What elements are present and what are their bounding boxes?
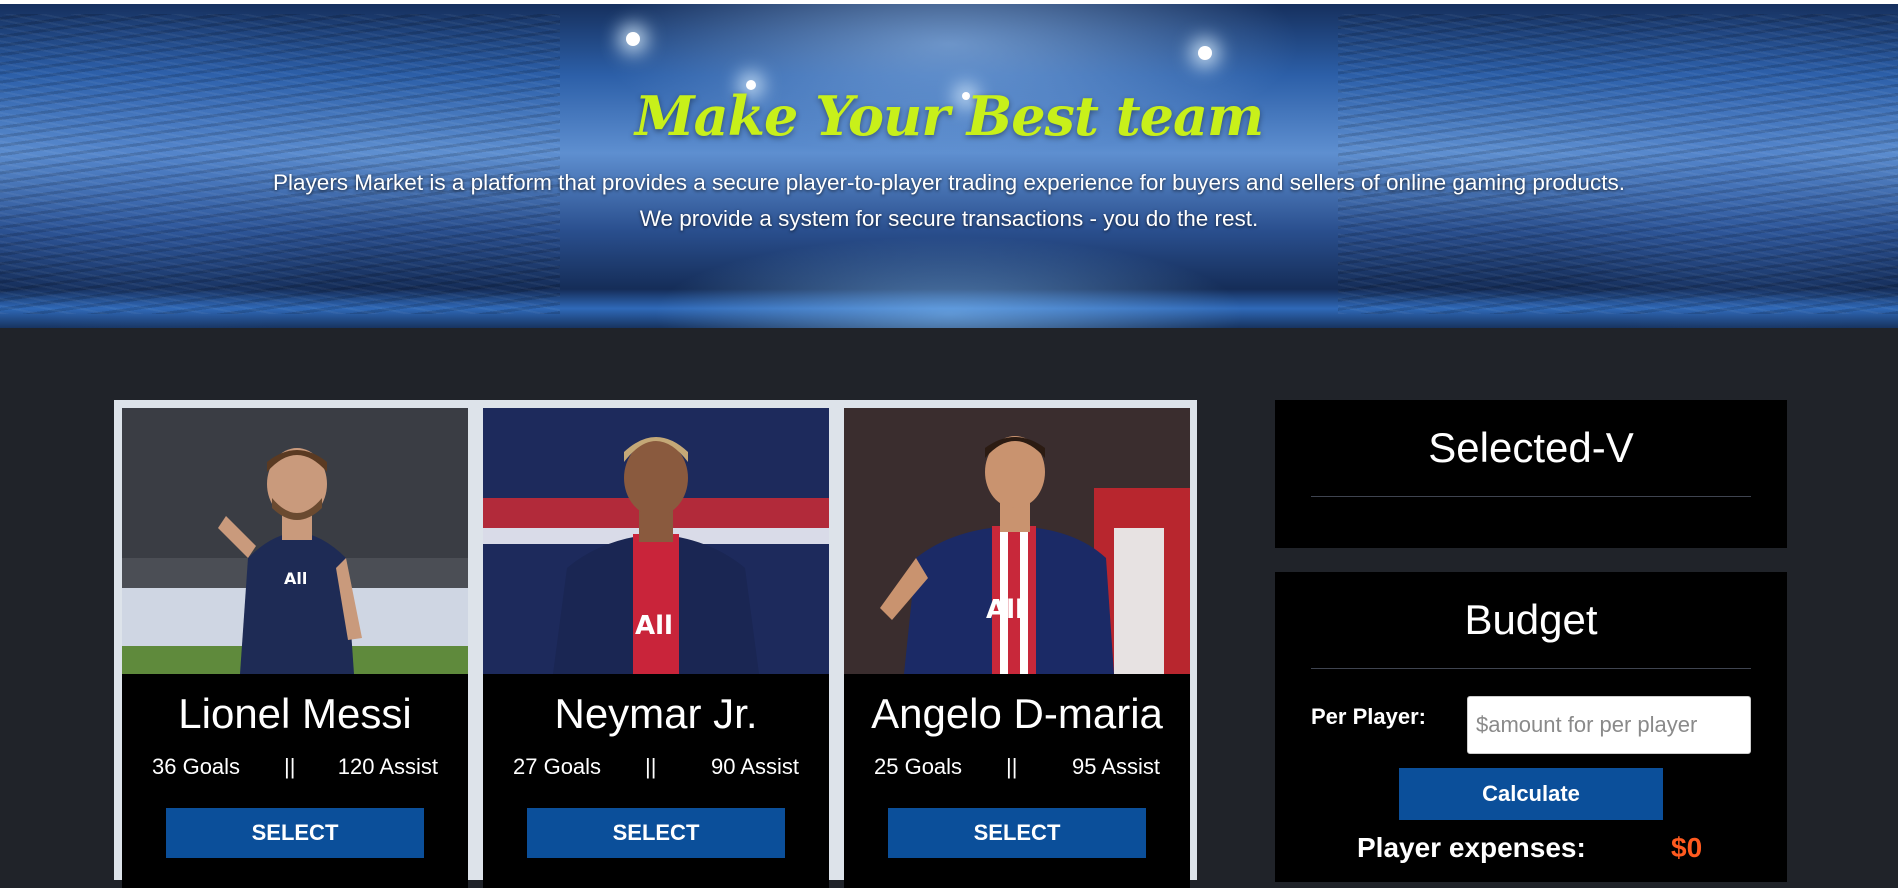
player-stats: 25 Goals || 95 Assist (844, 754, 1190, 782)
selected-title: Selected-V (1428, 424, 1634, 471)
player-card: All Neymar Jr. 27 Goals || 90 Assist SEL… (483, 408, 829, 888)
budget-title: Budget (1464, 596, 1598, 643)
player-photo-icon: All (122, 408, 468, 674)
budget-panel: Budget Per Player: Calculate Player expe… (1275, 572, 1787, 882)
player-name: Angelo D-maria (871, 690, 1163, 737)
stadium-light (1198, 46, 1212, 60)
stats-separator: || (284, 754, 296, 779)
player-stats: 27 Goals || 90 Assist (483, 754, 829, 782)
stats-separator: || (645, 754, 657, 779)
select-player-button[interactable]: SELECT (527, 808, 785, 858)
select-player-button[interactable]: SELECT (888, 808, 1146, 858)
player-photo-icon: All (483, 408, 829, 674)
player-expenses-value: $0 (1671, 832, 1703, 863)
player-card: All Lionel Messi 36 Goals || 120 Assist … (122, 408, 468, 888)
stadium-light (626, 32, 640, 46)
calculate-button[interactable]: Calculate (1399, 768, 1663, 820)
stadium-crowd-left (0, 14, 560, 314)
per-player-label: Per Player: (1311, 704, 1426, 729)
player-photo-icon: All (844, 408, 1190, 674)
hero-subtitle-line2: We provide a system for secure transacti… (639, 206, 1259, 231)
player-assist: 90 Assist (710, 754, 799, 779)
player-goals: 25 Goals (874, 754, 963, 779)
player-goals: 36 Goals (152, 754, 241, 779)
svg-text:All: All (284, 569, 307, 588)
player-cards: All Lionel Messi 36 Goals || 120 Assist … (114, 400, 1197, 888)
player-card: All Angelo D-maria 25 Goals || 95 Assist… (844, 408, 1190, 888)
divider (1311, 668, 1751, 669)
player-assist: 95 Assist (1071, 754, 1160, 779)
select-player-button[interactable]: SELECT (166, 808, 424, 858)
player-stats: 36 Goals || 120 Assist (122, 754, 468, 782)
hero-title: Make Your Best team (634, 84, 1264, 148)
svg-text:All: All (986, 595, 1024, 625)
hero-subtitle-line1: Players Market is a platform that provid… (273, 170, 1625, 195)
player-assist: 120 Assist (337, 754, 438, 779)
stats-separator: || (1006, 754, 1018, 779)
per-player-input[interactable] (1467, 696, 1751, 754)
stadium-crowd-right (1338, 14, 1898, 314)
hero-banner: Make Your Best team Players Market is a … (0, 0, 1898, 328)
player-goals: 27 Goals (513, 754, 602, 779)
selected-players-panel: Selected-V (1275, 400, 1787, 548)
player-expenses-label: Player expenses: (1357, 832, 1586, 863)
svg-text:All: All (635, 611, 673, 641)
player-name: Lionel Messi (178, 690, 412, 737)
player-name: Neymar Jr. (554, 690, 758, 737)
divider (1311, 496, 1751, 497)
